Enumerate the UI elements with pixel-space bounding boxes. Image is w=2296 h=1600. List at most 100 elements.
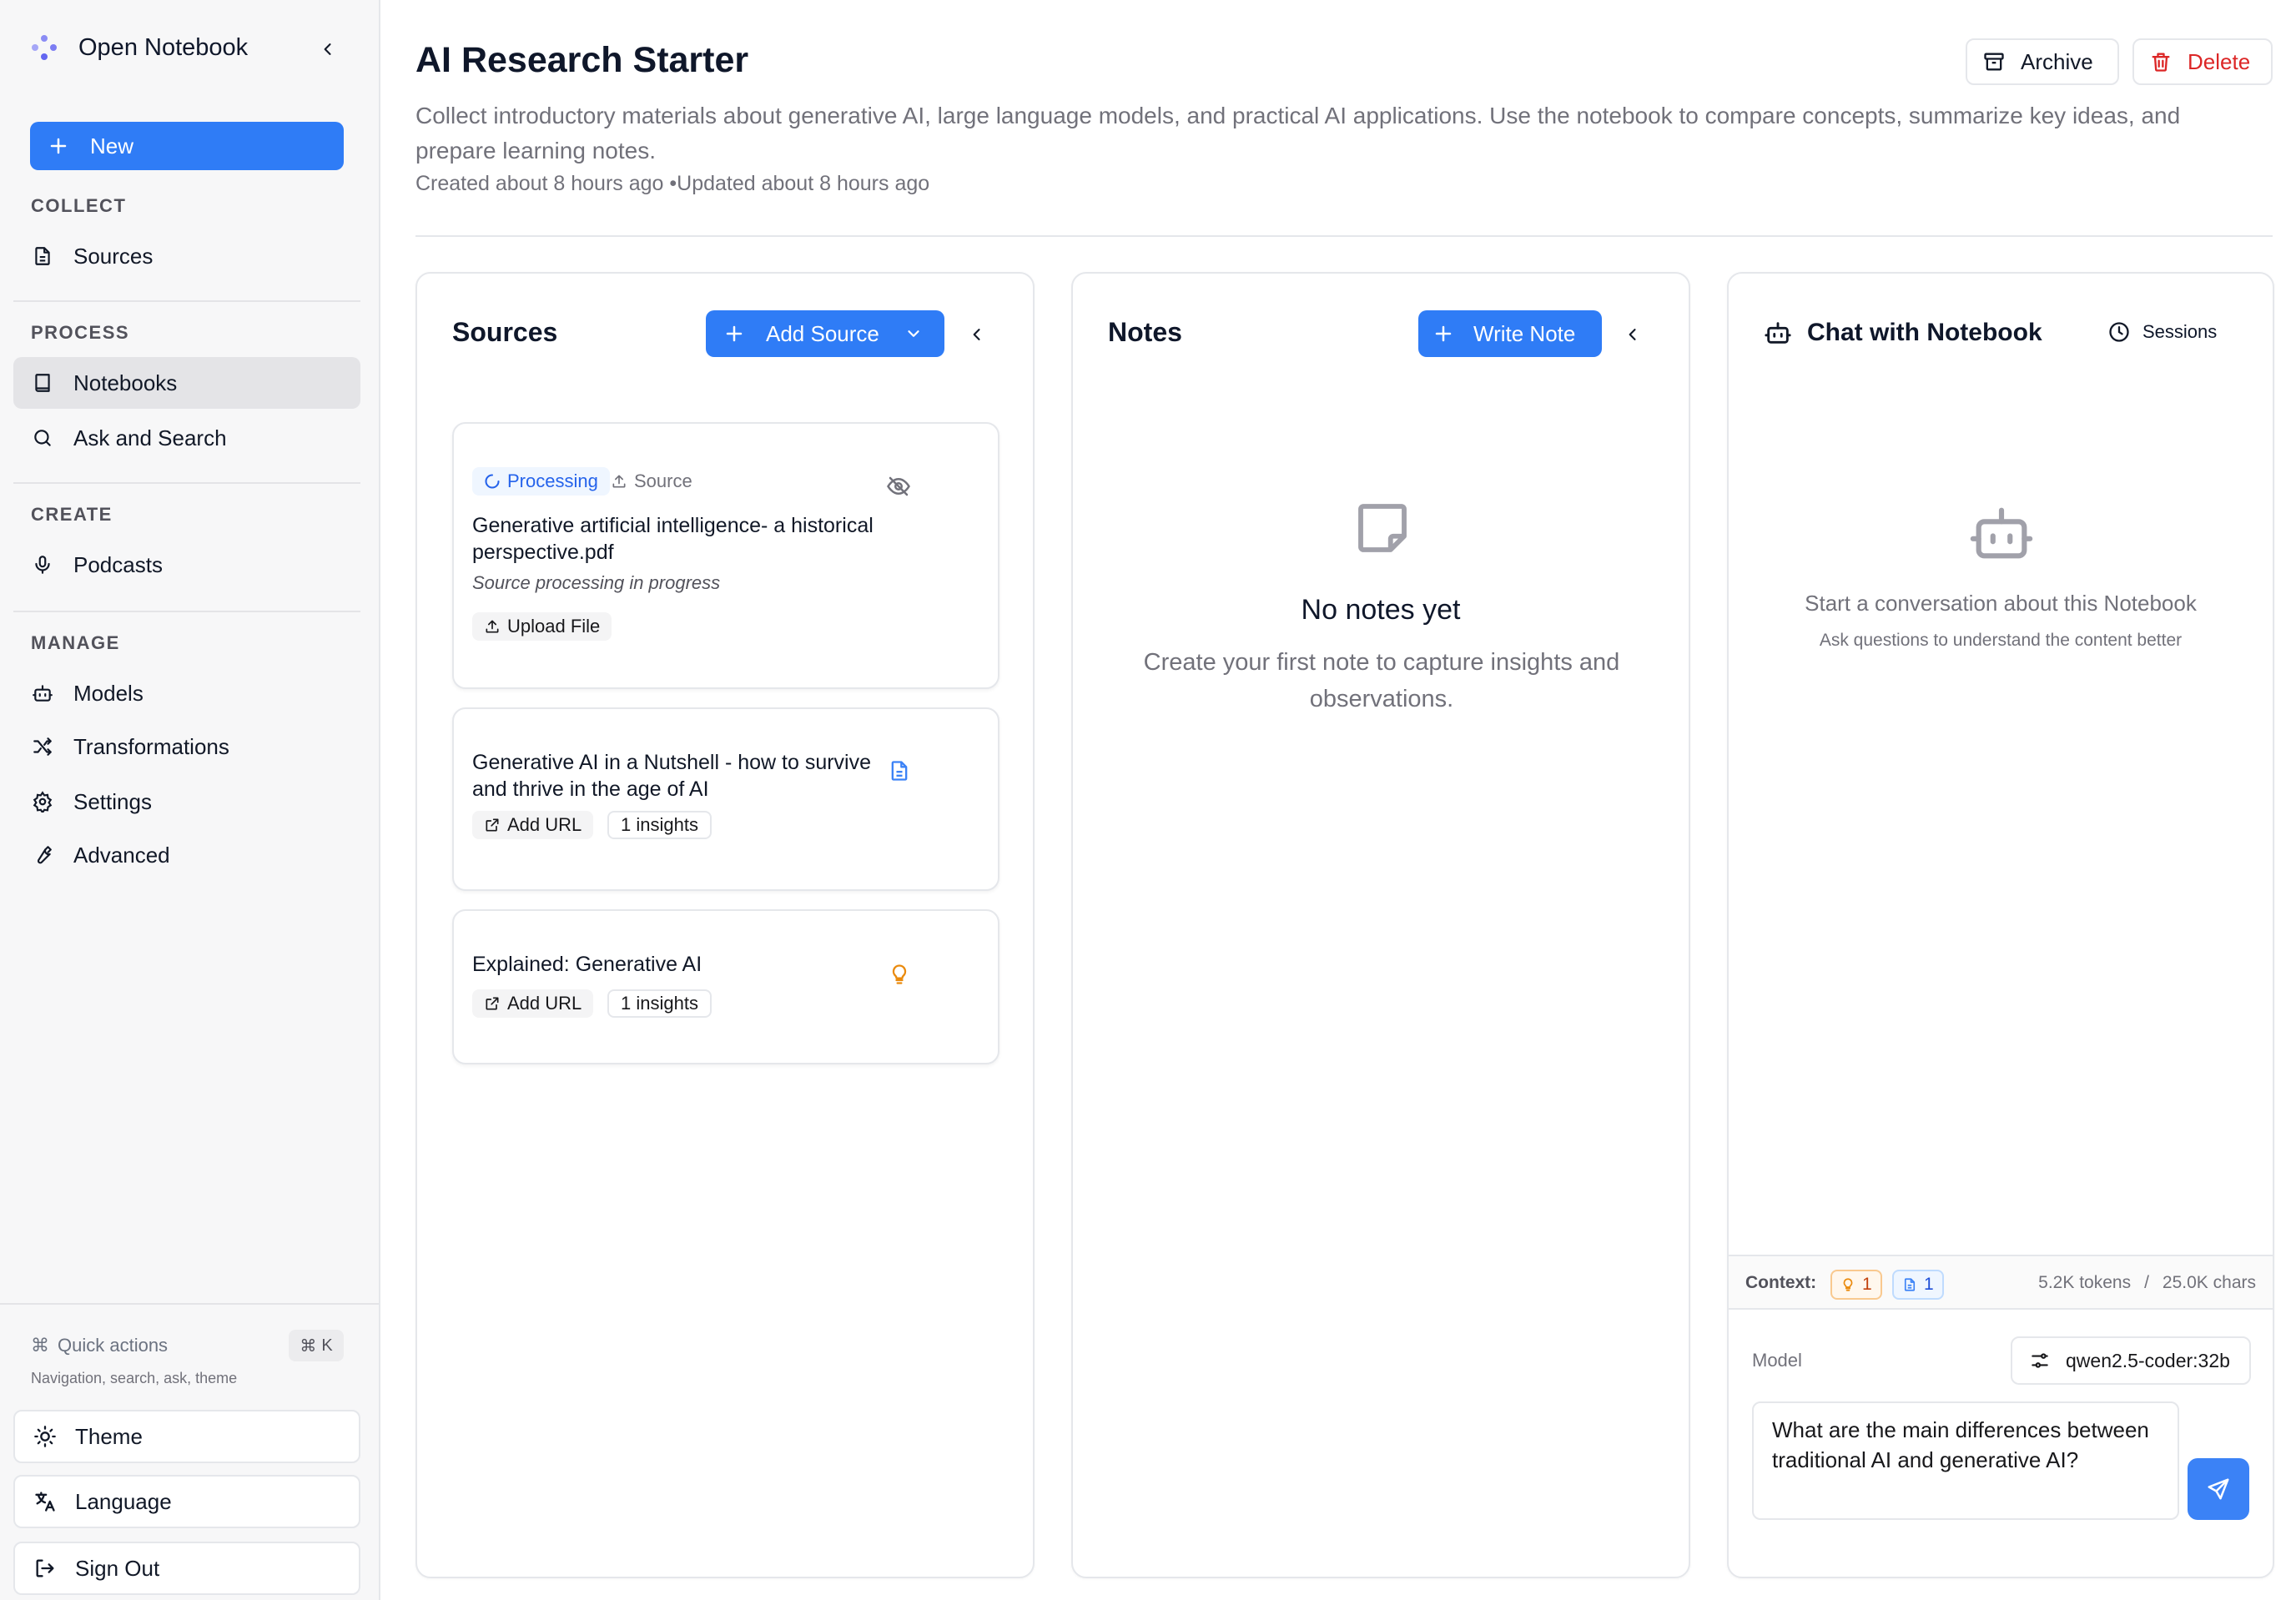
chevron-left-icon	[324, 43, 331, 55]
microphone-icon	[35, 556, 50, 574]
sidebar-item-ask-search[interactable]: Ask and Search	[13, 412, 360, 464]
translate-icon	[35, 1492, 55, 1512]
source-title: Explained: Generative AI	[472, 953, 702, 976]
chevron-left-icon	[1629, 329, 1636, 340]
sessions-button[interactable]: Sessions	[2107, 320, 2217, 344]
upload-file-label: Upload File	[507, 616, 601, 636]
add-source-button[interactable]: Add Source	[706, 310, 944, 357]
collapse-sidebar-button[interactable]	[315, 37, 340, 62]
send-icon	[2208, 1478, 2229, 1500]
divider	[13, 611, 360, 612]
notes-empty-description: Create your first note to capture insigh…	[1143, 649, 1620, 712]
delete-button[interactable]: Delete	[2132, 38, 2273, 85]
document-icon	[1904, 1278, 1916, 1291]
chat-header: Chat with Notebook	[1764, 319, 2042, 347]
sidebar-item-label: Advanced	[73, 842, 170, 868]
model-selector[interactable]: qwen2.5-coder:32b	[2011, 1336, 2251, 1385]
archive-button[interactable]: Archive	[1966, 38, 2119, 85]
sidebar-item-label: Sources	[73, 243, 154, 269]
command-icon: ⌘	[300, 1336, 317, 1356]
trash-icon	[2152, 53, 2170, 72]
sidebar: Open Notebook New COLLECT Sources PROCES…	[0, 0, 380, 1600]
insights-badge: 1 insights	[607, 811, 712, 839]
quick-actions-label: Quick actions	[58, 1335, 169, 1356]
new-button[interactable]: New	[30, 122, 344, 170]
sessions-label: Sessions	[2142, 321, 2218, 342]
sidebar-item-sources[interactable]: Sources	[13, 230, 360, 282]
collapse-sources-button[interactable]	[964, 322, 989, 347]
language-button[interactable]: Language	[13, 1475, 360, 1528]
write-note-label: Write Note	[1473, 320, 1576, 346]
logo-icon	[30, 33, 58, 62]
sidebar-item-transformations[interactable]: Transformations	[13, 721, 360, 772]
quick-actions-subtitle: Navigation, search, ask, theme	[31, 1370, 238, 1386]
insight-count: 1	[1862, 1275, 1872, 1294]
notes-empty-title: No notes yet	[1301, 594, 1461, 626]
source-type-label: Source	[634, 470, 692, 491]
divider	[13, 300, 360, 302]
context-bar: Context: 1 1 5.2K tokens / 25.0K chars	[1729, 1255, 2273, 1310]
external-link-icon	[486, 818, 499, 832]
brand[interactable]: Open Notebook	[30, 33, 248, 62]
add-url-button[interactable]: Add URL	[472, 989, 594, 1018]
source-card[interactable]: Explained: Generative AI Add URL 1 insig…	[452, 909, 999, 1064]
chat-empty-title: Start a conversation about this Notebook	[1805, 591, 2197, 616]
gear-icon	[33, 791, 53, 813]
status-label: Processing	[507, 470, 598, 491]
chevron-down-icon[interactable]	[904, 325, 923, 343]
chat-input[interactable]: What are the main differences between tr…	[1752, 1401, 2179, 1520]
collapse-notes-button[interactable]	[1620, 322, 1645, 347]
lightbulb-icon	[888, 963, 911, 986]
sidebar-item-label: Settings	[73, 788, 152, 814]
file-text-icon	[35, 247, 50, 265]
sources-context-badge[interactable]: 1	[1892, 1270, 1944, 1300]
bot-icon	[33, 685, 53, 702]
add-url-label: Add URL	[507, 814, 582, 835]
add-url-button[interactable]: Add URL	[472, 811, 594, 839]
sidebar-item-podcasts[interactable]: Podcasts	[13, 539, 360, 591]
chat-panel: Chat with Notebook Sessions Start a conv…	[1727, 272, 2274, 1578]
divider	[0, 1303, 379, 1305]
sign-out-label: Sign Out	[75, 1555, 160, 1581]
sidebar-item-settings[interactable]: Settings	[13, 776, 360, 828]
sidebar-item-label: Models	[73, 680, 144, 706]
bot-icon	[1765, 322, 1791, 344]
sliders-icon	[2032, 1353, 2048, 1368]
token-usage: 5.2K tokens / 25.0K chars	[2038, 1273, 2256, 1293]
sign-out-button[interactable]: Sign Out	[13, 1542, 360, 1595]
model-value: qwen2.5-coder:32b	[2066, 1349, 2230, 1371]
send-button[interactable]	[2188, 1458, 2249, 1520]
add-source-label: Add Source	[766, 320, 879, 346]
sidebar-item-models[interactable]: Models	[13, 667, 360, 719]
context-label: Context:	[1745, 1273, 1817, 1292]
book-icon	[35, 374, 50, 392]
add-url-label: Add URL	[507, 993, 582, 1014]
write-note-button[interactable]: Write Note	[1418, 310, 1602, 357]
insights-badge: 1 insights	[607, 989, 712, 1018]
upload-file-button[interactable]: Upload File	[472, 612, 612, 641]
source-card[interactable]: Processing Source Generative artificial …	[452, 422, 999, 689]
sidebar-item-notebooks[interactable]: Notebooks	[13, 357, 360, 409]
sidebar-item-label: Ask and Search	[73, 425, 227, 450]
source-card[interactable]: Generative AI in a Nutshell - how to sur…	[452, 707, 999, 891]
quick-actions[interactable]: ⌘ Quick actions	[31, 1335, 168, 1356]
source-title: Generative AI in a Nutshell - how to sur…	[472, 751, 872, 801]
insights-context-badge[interactable]: 1	[1830, 1270, 1882, 1300]
sidebar-item-label: Podcasts	[73, 551, 163, 577]
search-icon	[34, 430, 51, 446]
eye-off-icon[interactable]	[886, 474, 911, 499]
section-process: PROCESS	[31, 322, 130, 343]
upload-icon	[486, 620, 499, 633]
chat-empty-description: Ask questions to understand the content …	[1819, 631, 2183, 650]
sidebar-item-advanced[interactable]: Advanced	[13, 829, 360, 881]
archive-label: Archive	[2021, 48, 2093, 74]
notebook-meta: Created about 8 hours ago •Updated about…	[415, 172, 930, 195]
theme-button[interactable]: Theme	[13, 1410, 360, 1463]
section-create: CREATE	[31, 504, 113, 525]
source-status-note: Source processing in progress	[472, 572, 721, 593]
source-title: Generative artificial intelligence- a hi…	[472, 514, 874, 564]
shortcut-key: K	[321, 1336, 333, 1355]
archive-icon	[1984, 53, 2004, 71]
theme-label: Theme	[75, 1423, 143, 1449]
notes-panel-title: Notes	[1108, 317, 1182, 347]
